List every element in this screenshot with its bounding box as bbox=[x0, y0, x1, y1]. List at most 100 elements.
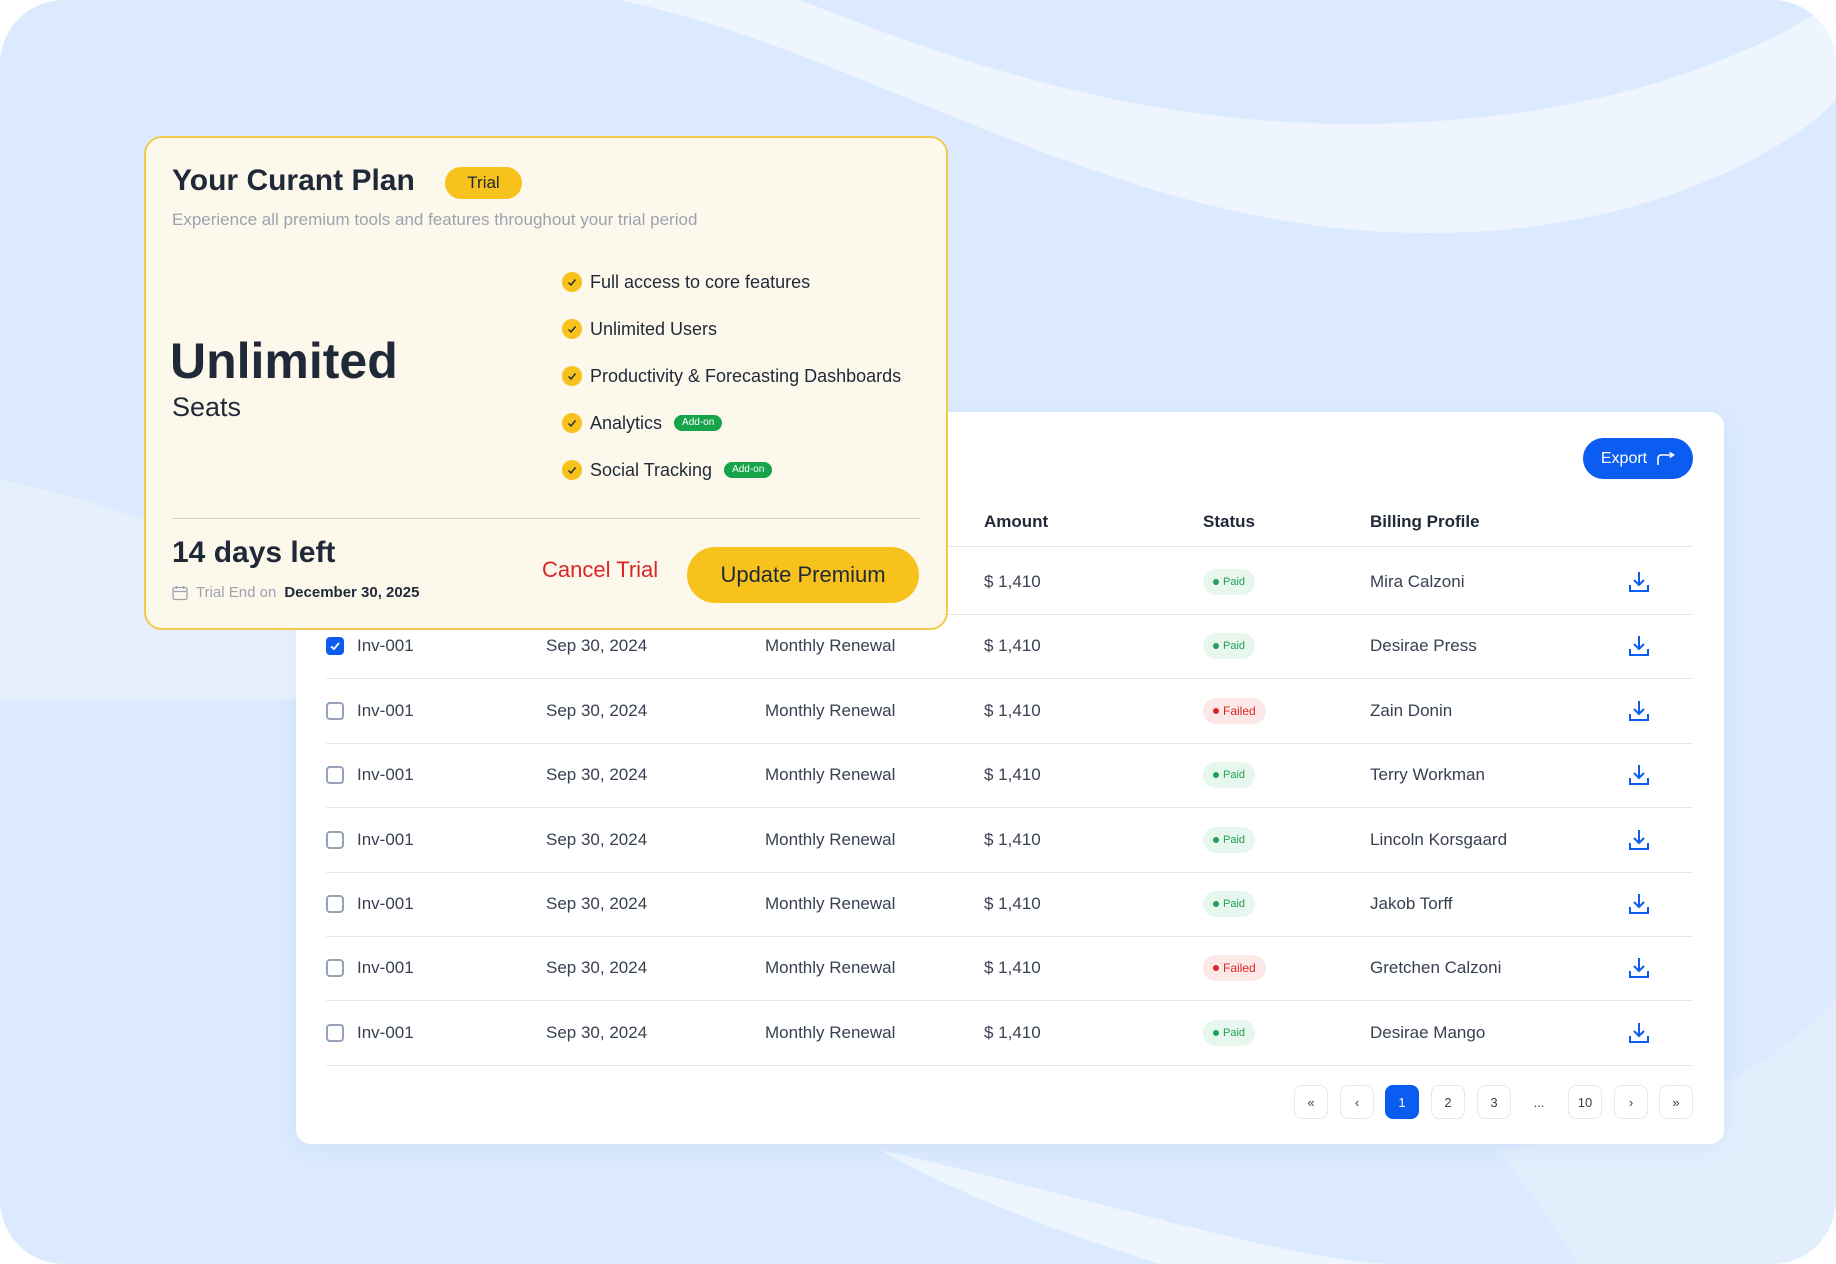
invoice-amount: $ 1,410 bbox=[984, 1022, 1041, 1042]
page-button-1[interactable]: 1 bbox=[1385, 1085, 1419, 1119]
feature-label: Analytics bbox=[590, 412, 663, 433]
row-checkbox[interactable] bbox=[326, 1023, 344, 1042]
addon-badge: Add-on bbox=[724, 462, 773, 478]
status-cell: Failed bbox=[1203, 936, 1266, 1000]
invoice-id: Inv-001 bbox=[357, 1022, 414, 1042]
row-checkbox[interactable] bbox=[326, 959, 344, 978]
status-badge: Paid bbox=[1203, 762, 1256, 789]
status-label: Paid bbox=[1223, 1026, 1246, 1039]
status-label: Paid bbox=[1223, 640, 1246, 653]
invoice-date: Sep 30, 2024 bbox=[546, 829, 648, 849]
export-label: Export bbox=[1600, 449, 1648, 467]
status-badge: Paid bbox=[1203, 1019, 1256, 1046]
days-left: 14 days left bbox=[172, 536, 336, 569]
feature-item: Analytics Add-on bbox=[562, 410, 723, 436]
download-icon[interactable] bbox=[1627, 570, 1651, 594]
page-button-2[interactable]: 2 bbox=[1431, 1085, 1465, 1119]
table-row[interactable]: Inv-001 Sep 30, 2024 Monthly Renewal $ 1,41… bbox=[326, 679, 1693, 744]
page-button-3[interactable]: 3 bbox=[1477, 1085, 1511, 1119]
feature-label: Social Tracking bbox=[590, 459, 713, 480]
status-label: Paid bbox=[1223, 898, 1246, 910]
column-header-billing-profile: Billing Profile bbox=[1370, 512, 1480, 531]
status-dot bbox=[1213, 772, 1219, 779]
invoice-id: Inv-001 bbox=[357, 700, 414, 720]
status-cell: Paid bbox=[1203, 808, 1256, 872]
invoice-date: Sep 30, 2024 bbox=[546, 1022, 648, 1042]
billing-profile: Zain Donin bbox=[1370, 700, 1453, 720]
trial-end-date: December 30, 2025 bbox=[284, 584, 420, 601]
status-label: Paid bbox=[1223, 833, 1246, 846]
status-label: Failed bbox=[1223, 703, 1256, 718]
invoice-id: Inv-001 bbox=[357, 894, 414, 913]
table-row[interactable]: Inv-001 Sep 30, 2024 Monthly Renewal $ 1,41… bbox=[326, 936, 1693, 1002]
column-header-amount: Amount bbox=[984, 512, 1049, 531]
export-button[interactable]: Export bbox=[1583, 438, 1693, 479]
plan-subtitle: Experience all premium tools and feature… bbox=[172, 210, 698, 229]
feature-item: Social Tracking Add-on bbox=[562, 457, 773, 483]
status-badge: Paid bbox=[1203, 633, 1256, 660]
table-row[interactable]: Inv-001 Sep 30, 2024 Monthly Renewal $ 1,41… bbox=[326, 743, 1693, 809]
update-premium-button[interactable]: Update Premium bbox=[687, 547, 919, 603]
billing-profile: Desirae Press bbox=[1370, 636, 1477, 656]
check-icon bbox=[562, 366, 582, 386]
status-cell: Paid bbox=[1203, 872, 1256, 936]
status-badge: Failed bbox=[1203, 955, 1266, 982]
invoice-amount: $ 1,410 bbox=[984, 829, 1041, 849]
download-icon[interactable] bbox=[1627, 828, 1651, 852]
trial-badge: Trial bbox=[445, 167, 522, 199]
status-cell: Failed bbox=[1203, 679, 1266, 743]
status-badge: Paid bbox=[1203, 826, 1256, 853]
last-page-button[interactable]: » bbox=[1659, 1085, 1693, 1119]
check-icon bbox=[562, 460, 582, 480]
check-icon bbox=[562, 272, 582, 292]
row-checkbox[interactable] bbox=[326, 766, 344, 785]
download-icon[interactable] bbox=[1627, 699, 1651, 723]
invoice-type: Monthly Renewal bbox=[765, 765, 896, 785]
invoice-date: Sep 30, 2024 bbox=[546, 700, 648, 720]
download-icon[interactable] bbox=[1627, 892, 1651, 916]
status-label: Paid bbox=[1223, 769, 1246, 782]
invoice-id: Inv-001 bbox=[357, 829, 414, 849]
billing-profile: Gretchen Calzoni bbox=[1370, 958, 1502, 978]
row-checkbox[interactable] bbox=[326, 637, 344, 656]
row-checkbox[interactable] bbox=[326, 895, 344, 913]
table-row[interactable]: Inv-001 Sep 30, 2024 Monthly Renewal $ 1,41… bbox=[326, 872, 1693, 937]
row-checkbox[interactable] bbox=[326, 701, 344, 720]
download-icon[interactable] bbox=[1627, 634, 1651, 658]
feature-label: Unlimited Users bbox=[590, 318, 718, 339]
download-icon[interactable] bbox=[1627, 956, 1651, 980]
status-dot bbox=[1213, 707, 1219, 714]
row-checkbox[interactable] bbox=[326, 830, 344, 849]
trial-end-label: Trial End on bbox=[196, 584, 277, 601]
invoice-amount: $ 1,410 bbox=[984, 700, 1041, 720]
next-page-button[interactable]: › bbox=[1614, 1085, 1648, 1119]
plan-divider bbox=[172, 518, 920, 519]
invoice-amount: $ 1,410 bbox=[984, 958, 1041, 978]
download-icon[interactable] bbox=[1627, 763, 1651, 787]
feature-label: Full access to core features bbox=[590, 271, 811, 292]
status-dot bbox=[1213, 1029, 1219, 1036]
status-cell: Paid bbox=[1203, 614, 1256, 678]
prev-page-button[interactable]: ‹ bbox=[1340, 1085, 1374, 1119]
feature-item: Productivity & Forecasting Dashboards bbox=[562, 363, 901, 389]
trial-end-info: Trial End on December 30, 2025 bbox=[172, 584, 419, 601]
status-cell: Paid bbox=[1203, 550, 1256, 614]
invoice-type: Monthly Renewal bbox=[765, 1022, 896, 1042]
invoice-date: Sep 30, 2024 bbox=[546, 765, 648, 785]
first-page-button[interactable]: « bbox=[1294, 1085, 1328, 1119]
table-row[interactable]: Inv-001 Sep 30, 2024 Monthly Renewal $ 1,41… bbox=[326, 1001, 1693, 1066]
status-cell: Paid bbox=[1203, 1001, 1256, 1065]
invoice-type: Monthly Renewal bbox=[765, 700, 896, 720]
invoice-amount: $ 1,410 bbox=[984, 636, 1041, 656]
table-row[interactable]: Inv-001 Sep 30, 2024 Monthly Renewal $ 1,41… bbox=[326, 808, 1693, 873]
feature-item: Full access to core features bbox=[562, 269, 810, 295]
export-arrow-icon bbox=[1657, 451, 1676, 465]
check-icon bbox=[562, 413, 582, 433]
plan-title: Your Curant Plan bbox=[172, 164, 415, 197]
download-icon[interactable] bbox=[1627, 1021, 1651, 1045]
billing-profile: Jakob Torff bbox=[1370, 894, 1453, 913]
cancel-trial-button[interactable]: Cancel Trial bbox=[542, 557, 658, 583]
billing-profile: Desirae Mango bbox=[1370, 1022, 1486, 1042]
billing-profile: Lincoln Korsgaard bbox=[1370, 829, 1508, 849]
page-button-10[interactable]: 10 bbox=[1568, 1085, 1602, 1119]
